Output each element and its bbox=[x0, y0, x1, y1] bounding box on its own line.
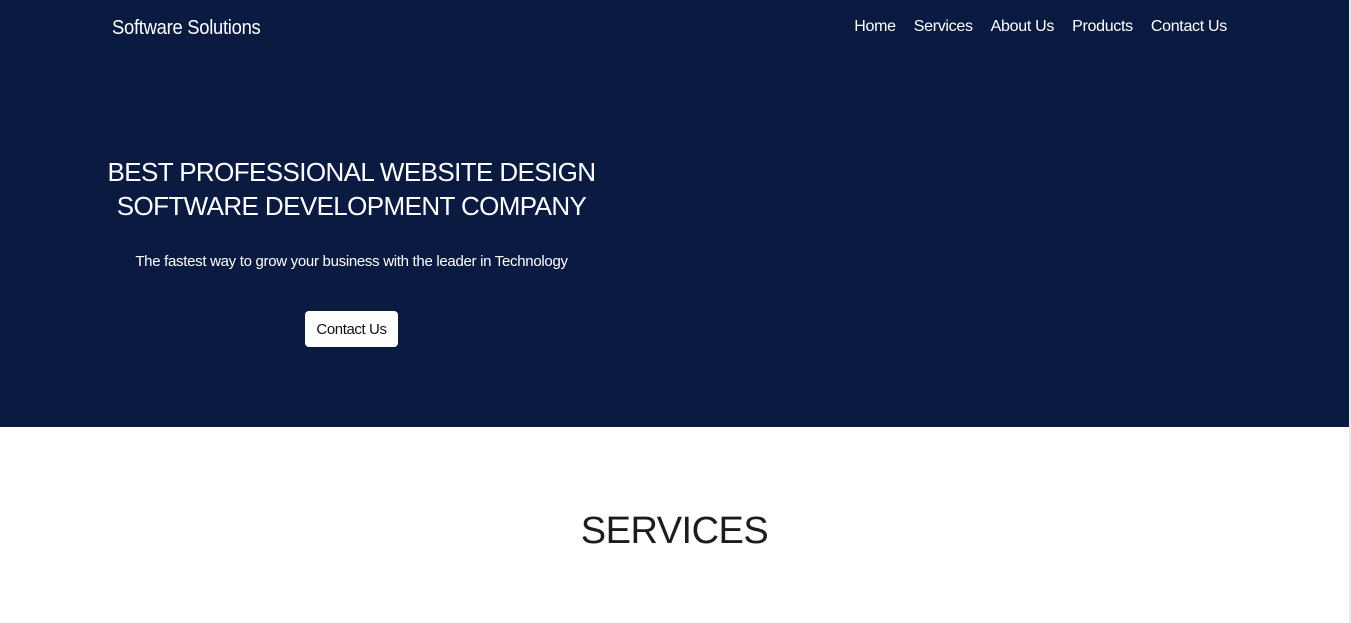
hero-section: Software Solutions Home Services About U… bbox=[0, 0, 1349, 427]
main-nav: Home Services About Us Products Contact … bbox=[854, 17, 1227, 37]
hero-title: BEST PROFESSIONAL WEBSITE DESIGN SOFTWAR… bbox=[107, 157, 597, 221]
contact-us-button[interactable]: Contact Us bbox=[305, 311, 398, 347]
brand-logo-text[interactable]: Software Solutions bbox=[112, 16, 261, 40]
nav-contact-us-link[interactable]: Contact Us bbox=[1151, 17, 1227, 37]
hero-subtitle: The fastest way to grow your business wi… bbox=[135, 253, 568, 270]
services-heading: SERVICES bbox=[580, 510, 769, 552]
nav-home-link[interactable]: Home bbox=[854, 17, 896, 37]
nav-about-us-link[interactable]: About Us bbox=[991, 17, 1055, 37]
nav-services-link[interactable]: Services bbox=[914, 17, 973, 37]
nav-products-link[interactable]: Products bbox=[1072, 17, 1133, 37]
